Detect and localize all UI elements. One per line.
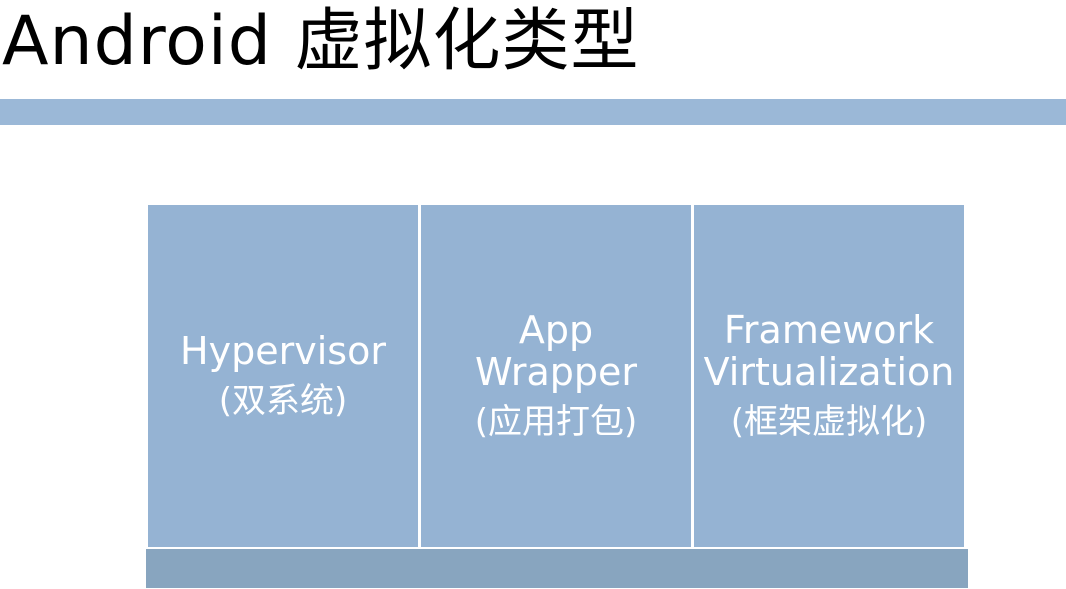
virtualization-types-diagram: Hypervisor (双系统) App Wrapper (应用打包) Fram…	[146, 205, 968, 588]
column-label: Framework	[723, 308, 935, 352]
column-label: Wrapper	[474, 350, 638, 394]
slide: Android 虚拟化类型 Hypervisor (双系统) App Wrapp…	[0, 0, 1066, 589]
column-label: Hypervisor	[180, 329, 386, 373]
column-label: App	[518, 308, 594, 352]
column-subtitle: (双系统)	[218, 381, 348, 421]
column-label: Virtualization	[703, 350, 955, 394]
title-underline-bar	[0, 99, 1066, 125]
column-hypervisor: Hypervisor (双系统)	[148, 205, 418, 547]
column-framework-virtualization: Framework Virtualization (框架虚拟化)	[694, 205, 964, 547]
slide-title: Android 虚拟化类型	[2, 2, 640, 81]
column-subtitle: (框架虚拟化)	[730, 402, 928, 442]
column-app-wrapper: App Wrapper (应用打包)	[421, 205, 691, 547]
column-subtitle: (应用打包)	[474, 402, 638, 442]
base-platform-bar	[146, 549, 968, 588]
